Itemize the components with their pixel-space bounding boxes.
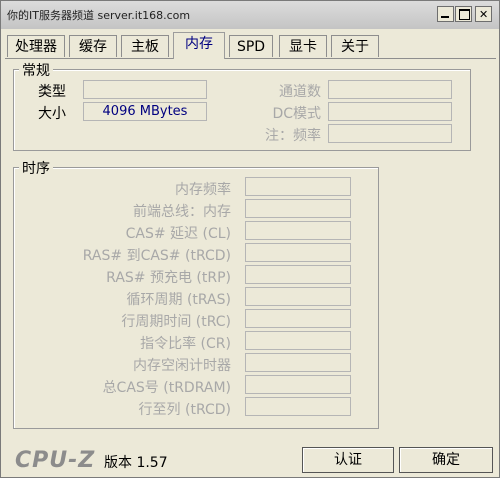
timing-field xyxy=(245,221,351,240)
cpuz-window: 你的IT服务器频道 server.it168.com ✕ 处理器 缓存 主板 内… xyxy=(0,0,500,478)
timing-field xyxy=(245,243,351,262)
note-frequency-field xyxy=(328,124,452,143)
timing-label: CAS# 延迟 (CL) xyxy=(125,226,231,242)
close-button[interactable]: ✕ xyxy=(475,6,492,22)
timing-field xyxy=(245,287,351,306)
timing-field xyxy=(245,199,351,218)
general-group-title: 常规 xyxy=(19,60,53,80)
ok-button[interactable]: 确定 xyxy=(399,447,493,473)
tab-spd[interactable]: SPD xyxy=(229,35,273,57)
tab-divider xyxy=(5,58,496,59)
timing-field xyxy=(245,353,351,372)
tab-cpu[interactable]: 处理器 xyxy=(7,35,65,57)
timing-label: 总CAS号 (tRDRAM) xyxy=(102,380,231,396)
timing-field xyxy=(245,265,351,284)
tab-caches[interactable]: 缓存 xyxy=(69,35,117,57)
timing-label: 循环周期 (tRAS) xyxy=(126,292,232,308)
timing-field xyxy=(245,309,351,328)
channels-label: 通道数 xyxy=(279,84,321,100)
timing-label: RAS# 预充电 (tRP) xyxy=(106,270,231,286)
timings-group-title: 时序 xyxy=(19,158,53,178)
timing-label: 行至列 (tRCD) xyxy=(138,402,231,418)
timing-field xyxy=(245,177,351,196)
size-label: 大小 xyxy=(38,106,66,122)
tab-graphics[interactable]: 显卡 xyxy=(279,35,327,57)
timing-label: 前端总线：内存 xyxy=(133,204,231,220)
timing-label: 内存空闲计时器 xyxy=(133,358,231,374)
validate-button[interactable]: 认证 xyxy=(302,447,394,473)
minimize-button[interactable] xyxy=(437,6,454,22)
tab-mainboard[interactable]: 主板 xyxy=(121,35,169,57)
timing-label: 内存频率 xyxy=(175,182,231,198)
dc-mode-field xyxy=(328,102,452,121)
close-icon: ✕ xyxy=(479,8,489,21)
timing-field xyxy=(245,331,351,350)
size-field: 4096 MBytes xyxy=(83,102,207,121)
timing-field xyxy=(245,375,351,394)
cpuz-logo: CPU-Z xyxy=(15,448,96,473)
tab-memory[interactable]: 内存 xyxy=(173,32,225,59)
tab-about[interactable]: 关于 xyxy=(331,35,379,57)
maximize-icon xyxy=(459,9,470,20)
minimize-icon xyxy=(441,16,449,18)
timing-field xyxy=(245,397,351,416)
channels-field xyxy=(328,80,452,99)
type-label: 类型 xyxy=(38,84,66,100)
version-label: 版本 1.57 xyxy=(104,455,168,471)
note-frequency-label: 注：频率 xyxy=(265,128,321,144)
title-bar[interactable]: 你的IT服务器频道 server.it168.com ✕ xyxy=(1,1,499,29)
tab-strip: 处理器 缓存 主板 内存 SPD 显卡 关于 xyxy=(1,29,499,59)
type-field xyxy=(83,80,207,99)
timing-label: RAS# 到CAS# (tRCD) xyxy=(82,248,231,264)
timing-label: 指令比率 (CR) xyxy=(140,336,231,352)
dc-mode-label: DC模式 xyxy=(272,106,321,122)
timing-label: 行周期时间 (tRC) xyxy=(121,314,231,330)
maximize-button[interactable] xyxy=(455,6,472,22)
window-title: 你的IT服务器频道 server.it168.com xyxy=(7,9,191,22)
